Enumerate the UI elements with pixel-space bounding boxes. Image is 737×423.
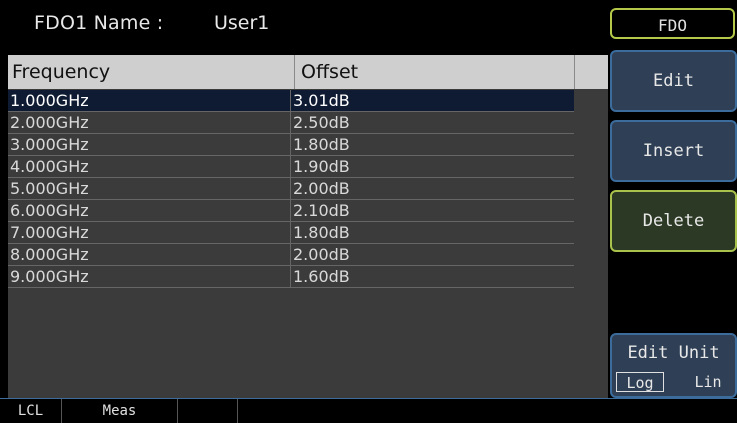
table-row[interactable]: 2.000GHz 2.50dB [8, 112, 574, 134]
table-row[interactable]: 6.000GHz 2.10dB [8, 200, 574, 222]
offset-cell: 1.80dB [290, 134, 350, 155]
frequency-cell: 8.000GHz [10, 245, 89, 264]
table-row[interactable]: 4.000GHz 1.90dB [8, 156, 574, 178]
edit-unit-label: Edit Unit [627, 343, 720, 363]
table-row[interactable]: 8.000GHz 2.00dB [8, 244, 574, 266]
frequency-cell: 7.000GHz [10, 223, 89, 242]
table-row[interactable]: 7.000GHz 1.80dB [8, 222, 574, 244]
column-header-frequency: Frequency [12, 61, 111, 83]
frequency-cell: 1.000GHz [10, 91, 89, 110]
menu-title: FDO [610, 8, 735, 39]
frequency-cell: 9.000GHz [10, 267, 89, 286]
frequency-cell: 3.000GHz [10, 135, 89, 154]
table-row[interactable]: 3.000GHz 1.80dB [8, 134, 574, 156]
table-body: 1.000GHz 3.01dB 2.000GHz 2.50dB 3.000GHz… [8, 90, 574, 288]
frequency-cell: 2.000GHz [10, 113, 89, 132]
frequency-cell: 4.000GHz [10, 157, 89, 176]
offset-cell: 2.00dB [290, 178, 350, 199]
column-header-offset: Offset [294, 55, 576, 89]
offset-cell: 1.60dB [290, 266, 350, 287]
delete-button-label: Delete [642, 211, 705, 231]
title-bar: FDO1 Name : User1 [0, 0, 606, 45]
offset-cell: 2.00dB [290, 244, 350, 265]
edit-button-label: Edit [653, 71, 694, 91]
frequency-cell: 6.000GHz [10, 201, 89, 220]
table-row[interactable]: 9.000GHz 1.60dB [8, 266, 574, 288]
insert-button[interactable]: Insert [610, 120, 737, 182]
fdo-name-value[interactable]: User1 [214, 12, 269, 34]
edit-unit-toggle[interactable]: Edit Unit Log Lin [610, 333, 737, 398]
column-header-spacer [574, 55, 608, 89]
edit-button[interactable]: Edit [610, 50, 737, 112]
offset-cell: 3.01dB [290, 90, 350, 111]
frequency-cell: 5.000GHz [10, 179, 89, 198]
delete-button[interactable]: Delete [610, 190, 737, 252]
unit-option-log[interactable]: Log [616, 372, 664, 392]
status-bar: LCL Meas [0, 398, 737, 423]
unit-option-lin[interactable]: Lin [684, 372, 732, 392]
table-row[interactable]: 5.000GHz 2.00dB [8, 178, 574, 200]
softkey-panel: FDO Edit Insert Delete Edit Unit Log Lin [610, 0, 737, 398]
table-header: Frequency Offset [8, 55, 608, 89]
status-meas: Meas [62, 399, 178, 423]
offset-cell: 2.10dB [290, 200, 350, 221]
offset-cell: 1.80dB [290, 222, 350, 243]
table-row[interactable]: 1.000GHz 3.01dB [8, 90, 574, 112]
offset-cell: 1.90dB [290, 156, 350, 177]
fdo-name-label: FDO1 Name : [34, 12, 164, 34]
status-lcl: LCL [0, 399, 62, 423]
insert-button-label: Insert [642, 141, 705, 161]
status-slot-3 [178, 399, 238, 423]
offset-cell: 2.50dB [290, 112, 350, 133]
fdo-table-panel: Frequency Offset 1.000GHz 3.01dB 2.000GH… [8, 55, 608, 398]
